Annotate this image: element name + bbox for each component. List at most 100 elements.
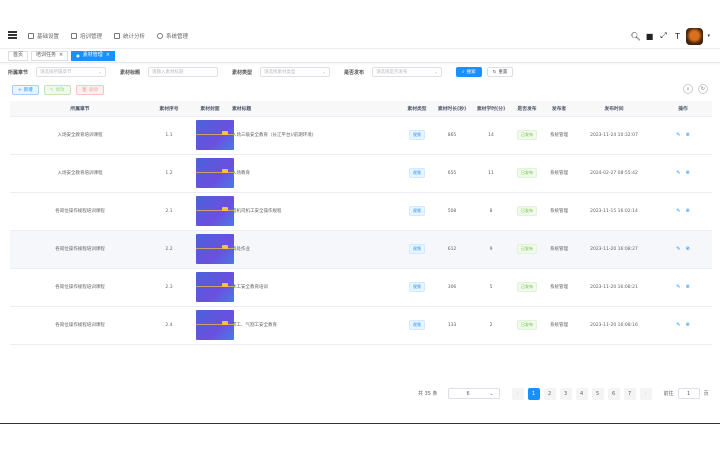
cell-actions: ✎ ⊗ — [654, 230, 712, 269]
col-duration: 素材时长(秒) — [432, 101, 472, 117]
plus-icon: + — [18, 87, 22, 93]
cover-thumbnail[interactable] — [196, 158, 234, 188]
tab-training-task[interactable]: 培训任务 × — [31, 50, 69, 61]
page-number[interactable]: 5 — [591, 387, 604, 400]
table-row[interactable]: 入场安全教育培训课程 1.2 入场教育 视频 655 11 已发布 系统管理 2… — [10, 154, 712, 193]
cell-time: 2023-11-20 16:08:21 — [574, 268, 654, 307]
cell-actions: ✎ ⊗ — [654, 268, 712, 307]
publish-select[interactable]: 请选择是否发布 ⌄ — [372, 67, 443, 77]
table-row[interactable]: 各岗位操作规程培训课程 2.2 高处作业 视频 612 9 已发布 系统管理 2… — [10, 230, 712, 269]
refresh-icon[interactable]: ↻ — [698, 84, 708, 94]
next-page-button[interactable]: › — [639, 387, 652, 400]
edit-icon[interactable]: ✎ — [676, 170, 680, 176]
menu-label: 统计分析 — [123, 33, 146, 40]
jump-page-input[interactable]: 1 — [677, 388, 700, 399]
cover-thumbnail[interactable] — [196, 272, 234, 302]
close-icon[interactable]: × — [106, 52, 110, 59]
page-number[interactable]: 4 — [575, 387, 588, 400]
type-select[interactable]: 请选择素材类型 ⌄ — [260, 67, 331, 77]
page-number[interactable]: 7 — [623, 387, 636, 400]
page-number[interactable]: 1 — [527, 387, 540, 400]
button-label: 新增 — [23, 88, 33, 93]
cell-title: 焊工、气割工安全教育 — [232, 306, 402, 345]
cover-thumbnail[interactable] — [196, 234, 234, 264]
edit-icon[interactable]: ✎ — [676, 208, 680, 214]
title-input[interactable]: 请输入素材标题 — [148, 67, 219, 77]
table-row[interactable]: 各岗位操作规程培训课程 2.3 木工安全教育培训 视频 306 5 已发布 系统… — [10, 268, 712, 307]
app-window: 基础设置 培训管理 统计分析 系统管理 🔍︎ ■ ⤢ T ▾ 首页 培训任务 ×… — [0, 22, 720, 424]
menu-item-training[interactable]: 培训管理 — [71, 32, 102, 40]
chapter-select[interactable]: 请选择所属章节 ⌄ — [36, 67, 107, 77]
chevron-down-icon: ⌄ — [489, 390, 494, 397]
monitor-icon — [71, 32, 78, 39]
col-hours: 素材学时(分) — [472, 101, 510, 117]
status-badge: 已发布 — [517, 244, 537, 254]
edit-icon[interactable]: ✎ — [676, 132, 680, 138]
cell-status: 已发布 — [510, 116, 544, 155]
chevron-down-icon: ⌄ — [322, 69, 327, 75]
menu-item-system[interactable]: 系统管理 — [157, 32, 188, 40]
page-number[interactable]: 3 — [559, 387, 572, 400]
field-label: 素材类型 — [232, 69, 253, 76]
chevron-down-icon[interactable]: ▾ — [707, 33, 710, 39]
cover-thumbnail[interactable] — [196, 120, 234, 150]
fullscreen-icon[interactable]: ⤢ — [658, 31, 668, 41]
button-label: 重置 — [498, 70, 508, 75]
cell-cover — [188, 192, 234, 231]
table-row[interactable]: 入场安全教育培训课程 1.1 入场三级安全教育（长江平台)/前期环境) 视频 8… — [10, 116, 712, 155]
cell-time: 2023-11-20 16:08:16 — [574, 306, 654, 345]
cell-type: 视频 — [402, 230, 432, 269]
cell-status: 已发布 — [510, 154, 544, 193]
cover-thumbnail[interactable] — [196, 310, 234, 340]
col-chapter: 所属章节 — [10, 101, 150, 117]
delete-button[interactable]: 🗑︎ 删除 — [75, 85, 105, 95]
avatar[interactable] — [686, 27, 704, 45]
close-icon[interactable]: × — [59, 52, 63, 59]
page-number[interactable]: 6 — [607, 387, 620, 400]
page-number[interactable]: 2 — [543, 387, 556, 400]
cell-cover — [188, 306, 234, 345]
type-tag: 视频 — [409, 320, 425, 330]
delete-icon[interactable]: ⊗ — [686, 284, 690, 290]
pagination-total: 共 35 条 — [418, 391, 438, 397]
delete-icon[interactable]: ⊗ — [686, 170, 690, 176]
edit-icon[interactable]: ✎ — [676, 284, 680, 290]
cell-title: 高处作业 — [232, 230, 402, 269]
edit-button[interactable]: ✎ 修改 — [43, 85, 71, 95]
button-label: 删除 — [89, 88, 99, 93]
status-badge: 已发布 — [517, 168, 537, 178]
cell-status: 已发布 — [510, 268, 544, 307]
edit-icon[interactable]: ✎ — [676, 246, 680, 252]
cell-hours: 14 — [472, 116, 510, 155]
col-time: 发布时间 — [574, 101, 654, 117]
search-toggle-icon[interactable]: ⌕ — [683, 84, 693, 94]
delete-icon[interactable]: ⊗ — [686, 246, 690, 252]
delete-icon[interactable]: ⊗ — [686, 208, 690, 214]
cell-time: 2023-11-24 10:32:07 — [574, 116, 654, 155]
page-size-select[interactable]: 6 ⌄ — [447, 388, 500, 399]
menu-item-statistics[interactable]: 统计分析 — [114, 32, 145, 40]
search-button[interactable]: ⌕ 搜索 — [456, 67, 482, 77]
tab-material-management[interactable]: ● 素材管理 × — [71, 50, 115, 61]
delete-icon[interactable]: ⊗ — [686, 132, 690, 138]
cell-time: 2023-11-20 16:08:27 — [574, 230, 654, 269]
table-row[interactable]: 各岗位操作规程培训课程 2.1 塔机司机工安全操作规程 视频 508 8 已发布… — [10, 192, 712, 231]
add-button[interactable]: + 新增 — [12, 85, 39, 95]
type-tag: 视频 — [409, 130, 425, 140]
chapter-filter: 所属章节 请选择所属章节 ⌄ — [8, 67, 107, 77]
tab-home[interactable]: 首页 — [8, 50, 29, 61]
message-icon[interactable]: ■ — [644, 32, 654, 41]
search-icon[interactable]: 🔍︎ — [630, 32, 640, 41]
table-row[interactable]: 各岗位操作规程培训课程 2.4 焊工、气割工安全教育 视频 133 2 已发布 … — [10, 306, 712, 345]
font-size-icon[interactable]: T — [672, 32, 682, 41]
edit-icon[interactable]: ✎ — [676, 322, 680, 328]
menu-item-basic-settings[interactable]: 基础设置 — [28, 32, 59, 40]
prev-page-button[interactable]: ‹ — [511, 387, 524, 400]
delete-icon[interactable]: ⊗ — [686, 322, 690, 328]
title-filter: 素材标题 请输入素材标题 — [120, 67, 219, 77]
reset-button[interactable]: ↻ 重置 — [486, 67, 514, 77]
col-title: 素材标题 — [232, 101, 402, 117]
material-table: 所属章节 素材序号 素材封面 素材标题 素材类型 素材时长(秒) 素材学时(分)… — [10, 101, 712, 345]
hamburger-icon[interactable] — [8, 31, 17, 39]
cover-thumbnail[interactable] — [196, 196, 234, 226]
